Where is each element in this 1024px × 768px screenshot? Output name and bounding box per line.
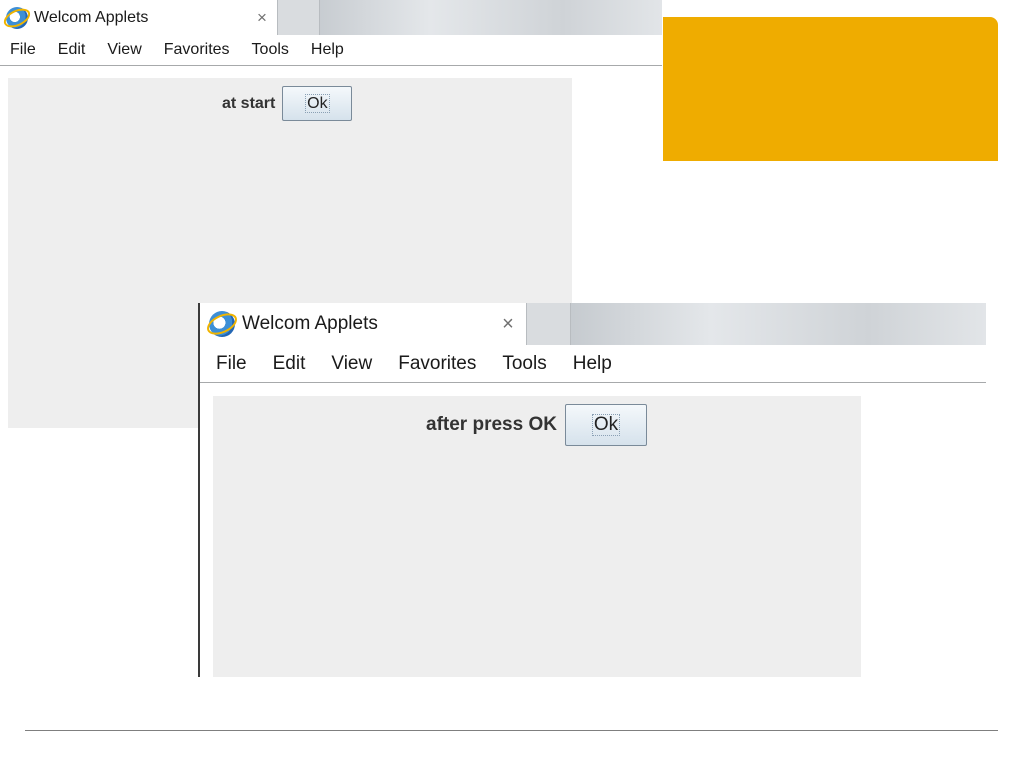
internet-explorer-icon: [209, 311, 235, 337]
close-tab-icon[interactable]: ×: [490, 313, 526, 336]
browser-window-after-press: Welcom Applets × File Edit View Favorite…: [198, 303, 986, 677]
bottom-divider: [25, 730, 998, 731]
browser-tab[interactable]: Welcom Applets ×: [200, 303, 527, 345]
ok-button-label: Ok: [591, 413, 621, 437]
menu-tools[interactable]: Tools: [502, 353, 546, 375]
tab-bar: Welcom Applets ×: [200, 303, 986, 345]
ok-button[interactable]: Ok: [564, 404, 647, 446]
menu-favorites[interactable]: Favorites: [164, 41, 230, 59]
menu-tools[interactable]: Tools: [252, 41, 289, 59]
internet-explorer-icon: [6, 6, 28, 29]
tab-bar: Welcom Applets ×: [0, 0, 662, 35]
menu-edit[interactable]: Edit: [273, 353, 306, 375]
menu-bar: File Edit View Favorites Tools Help: [200, 345, 986, 383]
tab-title: Welcom Applets: [34, 8, 149, 26]
menu-file[interactable]: File: [10, 41, 36, 59]
menu-bar: File Edit View Favorites Tools Help: [0, 35, 662, 66]
accent-block: [663, 17, 998, 161]
ok-button[interactable]: Ok: [282, 86, 353, 121]
close-tab-icon[interactable]: ×: [247, 8, 277, 28]
menu-help[interactable]: Help: [311, 41, 344, 59]
applet-row: at start Ok: [222, 86, 353, 121]
new-tab-button[interactable]: [278, 0, 320, 35]
new-tab-button[interactable]: [527, 303, 571, 345]
applet-row: after press OK Ok: [426, 404, 647, 446]
browser-tab[interactable]: Welcom Applets ×: [0, 0, 278, 35]
menu-edit[interactable]: Edit: [58, 41, 86, 59]
menu-view[interactable]: View: [331, 353, 372, 375]
menu-view[interactable]: View: [107, 41, 141, 59]
applet-status-label: at start: [222, 94, 276, 112]
applet-status-label: after press OK: [426, 414, 557, 435]
menu-file[interactable]: File: [216, 353, 247, 375]
ok-button-label: Ok: [305, 93, 330, 114]
applet-panel: after press OK Ok: [213, 396, 861, 677]
menu-help[interactable]: Help: [573, 353, 612, 375]
tab-title: Welcom Applets: [242, 313, 378, 334]
menu-favorites[interactable]: Favorites: [398, 353, 476, 375]
